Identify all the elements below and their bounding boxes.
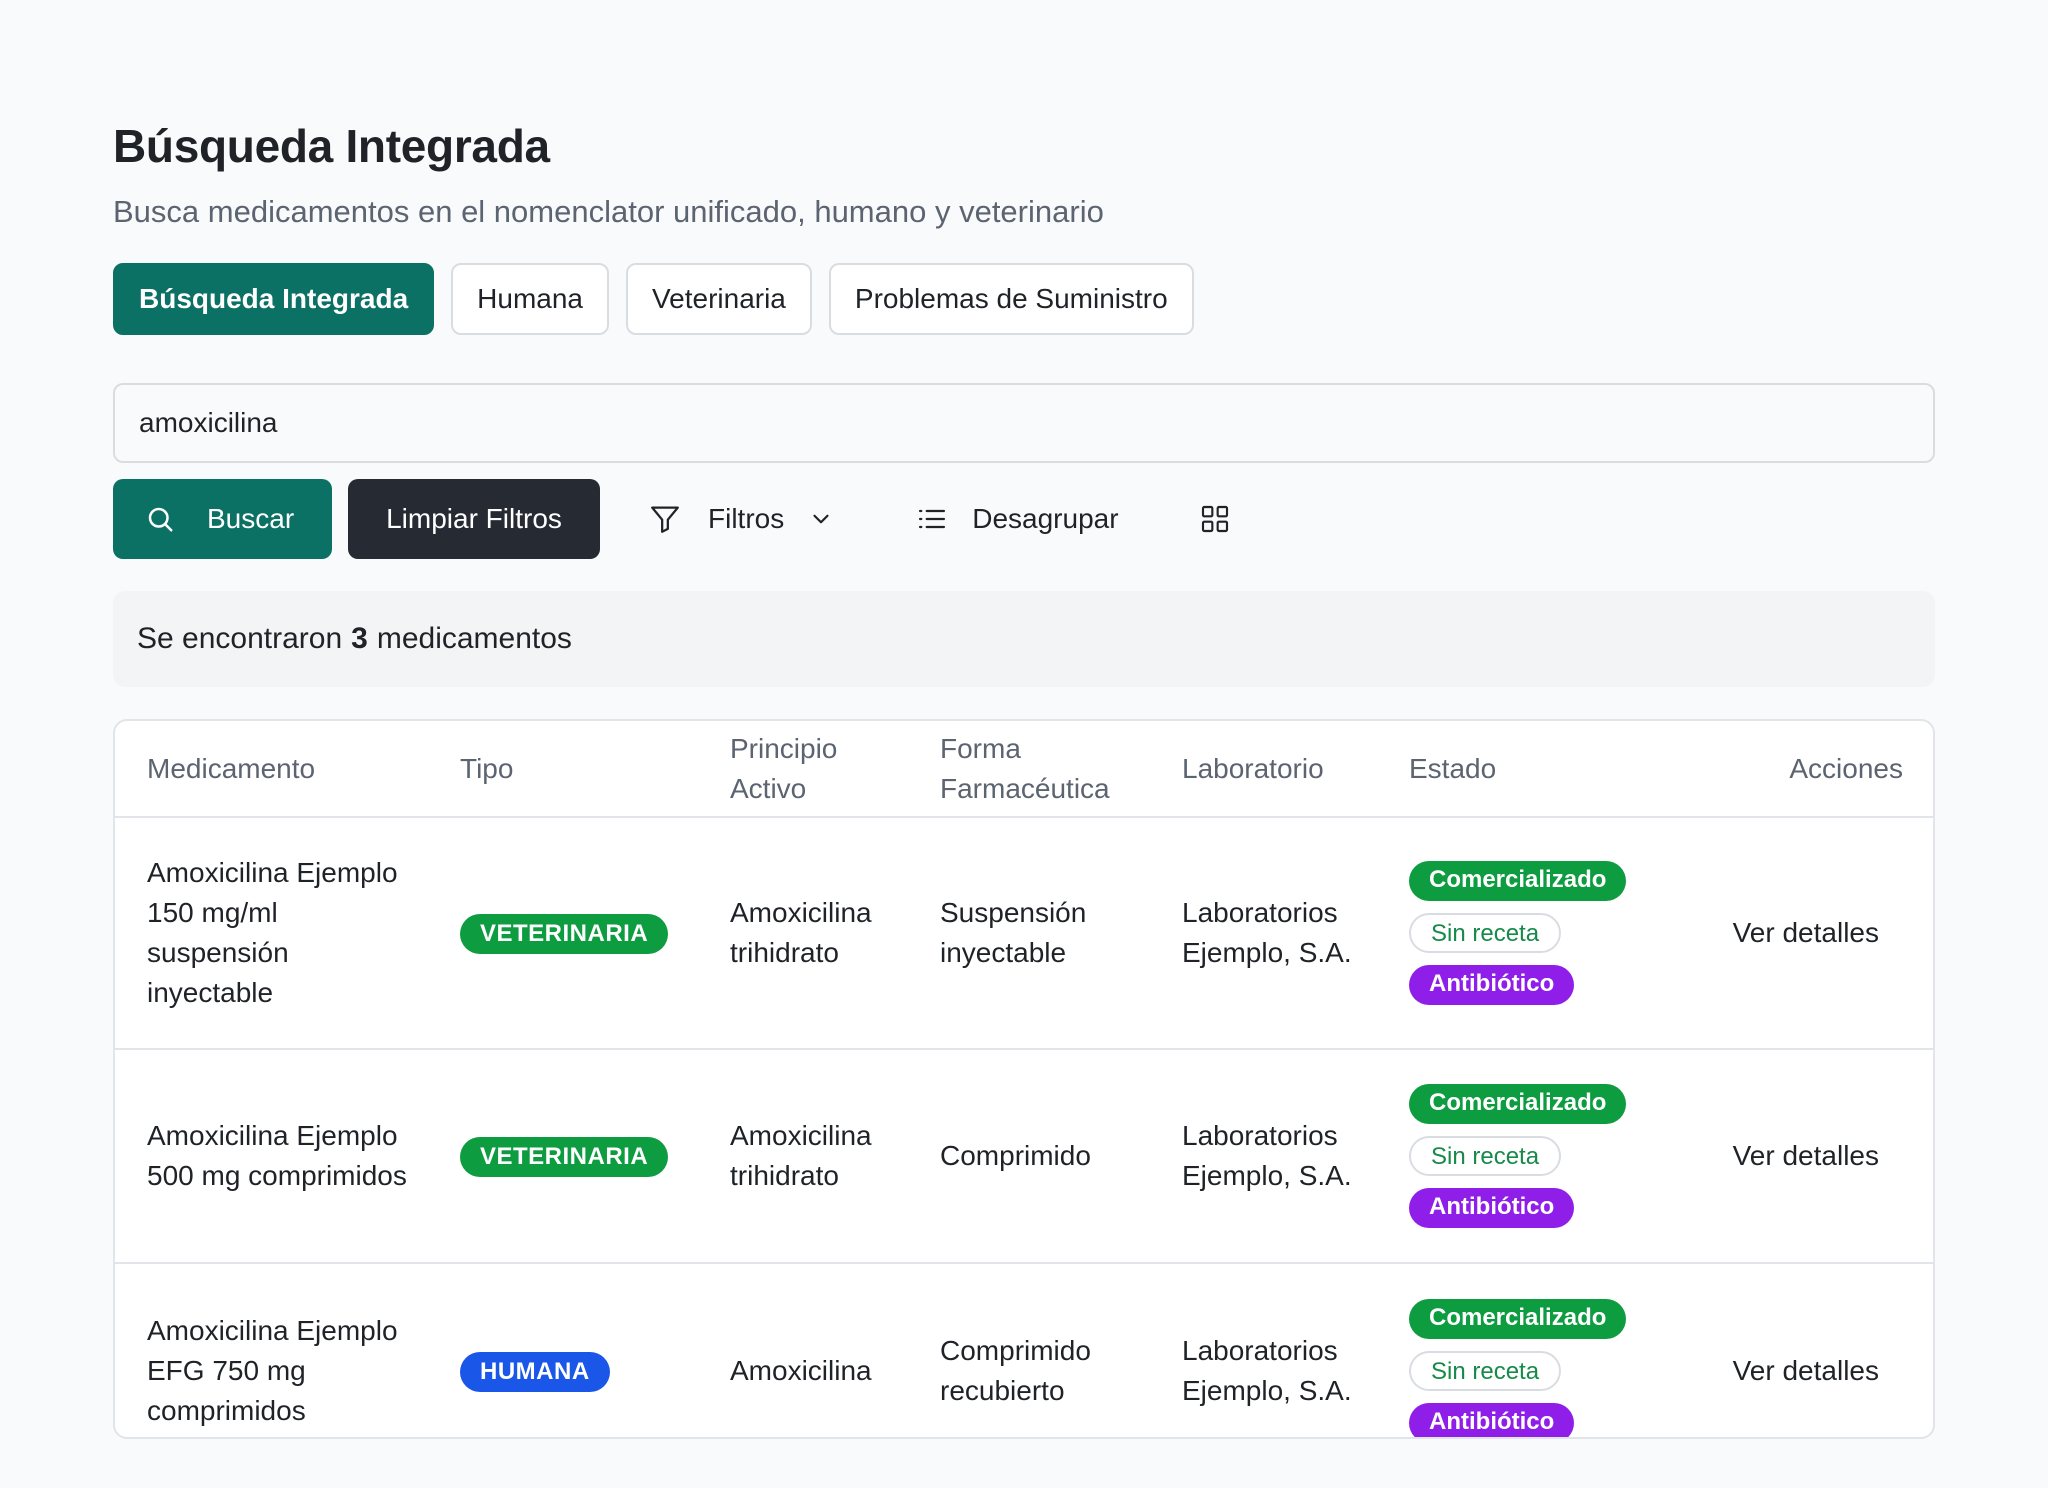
filter-icon [648, 502, 682, 536]
search-input[interactable] [139, 407, 1909, 439]
toolbar: Buscar Limpiar Filtros Filtros Desagrupa… [113, 479, 1935, 559]
medication-name: Amoxicilina Ejemplo 500 mg comprimidos [115, 1049, 428, 1264]
pharmaceutical-form: Comprimido recubierto [940, 1334, 1091, 1406]
view-details-link[interactable]: Ver detalles [1733, 917, 1879, 948]
search-button[interactable]: Buscar [113, 479, 332, 559]
search-button-label: Buscar [207, 503, 295, 534]
laboratory: Laboratorios Ejemplo, S.A. [1150, 817, 1377, 1050]
list-icon [916, 503, 948, 535]
chevron-down-icon [808, 506, 834, 532]
table-row[interactable]: Amoxicilina Ejemplo EFG 750 mg comprimid… [115, 1263, 1933, 1437]
laboratory: Laboratorios Ejemplo, S.A. [1150, 1049, 1377, 1264]
results-count: 3 [351, 622, 368, 655]
type-badge: HUMANA [460, 1351, 610, 1392]
column-header-tipo[interactable]: Tipo [428, 721, 698, 818]
tab-veterinaria[interactable]: Veterinaria [626, 263, 812, 335]
ungroup-label: Desagrupar [972, 503, 1119, 534]
clear-filters-button[interactable]: Limpiar Filtros [348, 479, 600, 559]
column-header-medicamento[interactable]: Medicamento [115, 721, 428, 818]
column-header-laboratorio[interactable]: Laboratorio [1150, 721, 1377, 818]
tab-bar: Búsqueda Integrada Humana Veterinaria Pr… [113, 263, 1935, 335]
status-badge-antibiotico: Antibiótico [1409, 1402, 1575, 1437]
table-row[interactable]: Amoxicilina Ejemplo 150 mg/ml suspensión… [115, 817, 1933, 1050]
active-principle: Amoxicilina trihidrato [698, 1049, 908, 1264]
main-content: Búsqueda Integrada Busca medicamentos en… [113, 118, 1935, 1439]
column-header-forma-farmaceutica[interactable]: Forma Farmacéutica [908, 721, 1150, 818]
status-badge-antibiotico: Antibiótico [1409, 965, 1575, 1005]
table-row[interactable]: Amoxicilina Ejemplo 500 mg comprimidos V… [115, 1049, 1933, 1264]
view-details-link[interactable]: Ver detalles [1733, 1140, 1879, 1171]
results-table: Medicamento Tipo Principio Activo Forma … [113, 719, 1935, 1439]
search-field[interactable] [113, 383, 1935, 463]
status-badge-sin-receta: Sin receta [1409, 1350, 1562, 1391]
filters-label: Filtros [708, 503, 785, 534]
ungroup-button[interactable]: Desagrupar [916, 503, 1119, 535]
status-badge-antibiotico: Antibiótico [1409, 1188, 1575, 1228]
page-subtitle: Busca medicamentos en el nomenclator uni… [113, 194, 1104, 229]
active-principle: Amoxicilina trihidrato [698, 817, 908, 1050]
type-badge: VETERINARIA [460, 1137, 669, 1177]
status-badge-sin-receta: Sin receta [1409, 1136, 1562, 1176]
pharmaceutical-form: Suspensión inyectable [908, 817, 1150, 1050]
status-badge-comercializado: Comercializado [1409, 1084, 1627, 1124]
grid-icon [1199, 503, 1231, 535]
column-header-estado[interactable]: Estado [1377, 721, 1677, 818]
tab-problemas-suministro[interactable]: Problemas de Suministro [828, 263, 1194, 335]
tab-busqueda-integrada[interactable]: Búsqueda Integrada [113, 263, 435, 335]
column-header-acciones: Acciones [1677, 721, 1933, 818]
results-suffix: medicamentos [376, 622, 572, 655]
active-principle: Amoxicilina [730, 1354, 872, 1386]
results-summary: Se encontraron 3 medicamentos [113, 591, 1935, 687]
grid-view-button[interactable] [1199, 503, 1231, 535]
search-icon [145, 504, 175, 534]
status-badges: Comercializado Sin receta Antibiótico [1409, 861, 1677, 1005]
status-badges: Comercializado Sin receta Antibiótico [1409, 1084, 1677, 1228]
status-badge-comercializado: Comercializado [1409, 1298, 1627, 1339]
laboratory: Laboratorios Ejemplo, S.A. [1182, 1334, 1352, 1406]
status-badges: Comercializado Sin receta Antibiótico [1409, 1298, 1677, 1437]
tab-humana[interactable]: Humana [451, 263, 610, 335]
medication-name: Amoxicilina Ejemplo 150 mg/ml suspensión… [115, 817, 428, 1050]
column-header-principio-activo[interactable]: Principio Activo [698, 721, 908, 818]
status-badge-sin-receta: Sin receta [1409, 913, 1562, 953]
pharmaceutical-form: Comprimido [908, 1049, 1150, 1264]
view-details-link[interactable]: Ver detalles [1733, 1355, 1879, 1386]
type-badge: VETERINARIA [460, 914, 669, 954]
medication-name: Amoxicilina Ejemplo EFG 750 mg comprimid… [147, 1314, 398, 1426]
status-badge-comercializado: Comercializado [1409, 861, 1627, 901]
results-prefix: Se encontraron [137, 622, 343, 655]
table-header-row: Medicamento Tipo Principio Activo Forma … [115, 721, 1933, 818]
filters-toggle[interactable]: Filtros [648, 502, 834, 536]
page-title: Búsqueda Integrada [113, 120, 550, 172]
